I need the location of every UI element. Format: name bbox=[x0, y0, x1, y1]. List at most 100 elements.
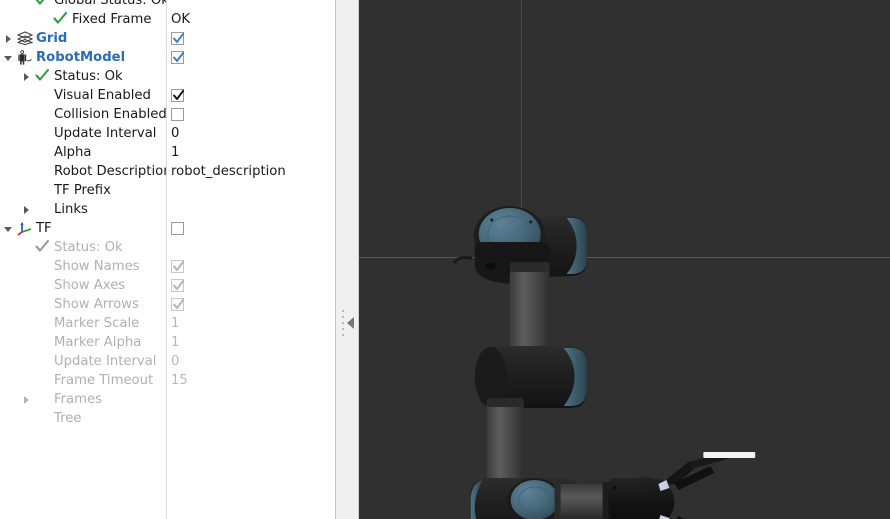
tree-row-marker-alpha[interactable]: Marker Alpha 1 bbox=[0, 333, 335, 352]
tree-row-name-cell[interactable]: Frame Timeout bbox=[0, 371, 166, 390]
tree-row-value[interactable]: 1 bbox=[171, 314, 179, 333]
tree-row-value-cell[interactable] bbox=[166, 181, 335, 200]
tree-row-name-cell[interactable]: Update Interval bbox=[0, 352, 166, 371]
tree-row-name-cell[interactable]: Marker Alpha bbox=[0, 333, 166, 352]
tree-row-name-cell[interactable]: Links bbox=[0, 200, 166, 219]
tree-row-links[interactable]: Links bbox=[0, 200, 335, 219]
chevron-down-icon[interactable] bbox=[2, 48, 16, 67]
checkbox-collision-enabled[interactable] bbox=[171, 108, 184, 121]
tree-row-name-cell[interactable]: Grid bbox=[0, 29, 166, 48]
tree-row-visual-enabled[interactable]: Visual Enabled bbox=[0, 86, 335, 105]
tree-row-name-cell[interactable]: Fixed Frame bbox=[0, 10, 166, 29]
chevron-right-icon[interactable] bbox=[20, 390, 34, 409]
tree-row-name-cell[interactable]: Tree bbox=[0, 409, 166, 428]
checkbox-grid[interactable] bbox=[171, 32, 185, 45]
tree-row-tf-update-interval[interactable]: Update Interval 0 bbox=[0, 352, 335, 371]
tree-row-label: Tree bbox=[54, 411, 82, 426]
tree-row-name-cell[interactable]: Show Axes bbox=[0, 276, 166, 295]
chevron-right-icon[interactable] bbox=[20, 200, 34, 219]
tree-row-alpha[interactable]: Alpha 1 bbox=[0, 143, 335, 162]
tree-row-name-cell[interactable]: Show Names bbox=[0, 257, 166, 276]
tree-row-name-cell[interactable]: Collision Enabled bbox=[0, 105, 166, 124]
tree-row-robotmodel[interactable]: RobotModel bbox=[0, 48, 335, 67]
tree-row-robot-description[interactable]: Robot Description robot_description bbox=[0, 162, 335, 181]
checkbox-robotmodel[interactable] bbox=[171, 51, 185, 64]
tree-row-collision-enabled[interactable]: Collision Enabled bbox=[0, 105, 335, 124]
tree-row-name-cell[interactable]: Status: Ok bbox=[0, 67, 166, 86]
tree-row-frame-timeout[interactable]: Frame Timeout 15 bbox=[0, 371, 335, 390]
tree-row-name-cell[interactable]: TF bbox=[0, 219, 166, 238]
tree-row-value[interactable]: 1 bbox=[171, 333, 179, 352]
tree-row-show-axes[interactable]: Show Axes bbox=[0, 276, 335, 295]
chevron-down-icon[interactable] bbox=[2, 219, 16, 238]
tree-row-name-cell[interactable]: Show Arrows bbox=[0, 295, 166, 314]
tree-row-rm-status[interactable]: Status: Ok bbox=[0, 67, 335, 86]
tree-row-value[interactable]: robot_description bbox=[171, 162, 286, 181]
tree-row-value-cell[interactable] bbox=[166, 0, 335, 10]
tree-row-value-cell[interactable] bbox=[166, 295, 335, 314]
tree-row-name-cell[interactable]: Robot Description bbox=[0, 162, 166, 181]
chevron-right-icon[interactable] bbox=[20, 67, 34, 86]
tree-row-value-cell[interactable]: 1 bbox=[166, 143, 335, 162]
displays-tree[interactable]: Global Status: Ok Fixed Frame OK Grid RobotM… bbox=[0, 0, 335, 428]
tree-row-value-cell[interactable] bbox=[166, 67, 335, 86]
tree-row-marker-scale[interactable]: Marker Scale 1 bbox=[0, 314, 335, 333]
tree-row-tf-status[interactable]: Status: Ok bbox=[0, 238, 335, 257]
tree-row-show-arrows[interactable]: Show Arrows bbox=[0, 295, 335, 314]
tree-row-value[interactable]: OK bbox=[171, 10, 190, 29]
tree-row-value-cell[interactable]: 0 bbox=[166, 352, 335, 371]
tree-row-name-cell[interactable]: Visual Enabled bbox=[0, 86, 166, 105]
checkbox-visual-enabled[interactable] bbox=[171, 89, 185, 102]
tree-row-value-cell[interactable]: OK bbox=[166, 10, 335, 29]
tree-row-tf-prefix[interactable]: TF Prefix bbox=[0, 181, 335, 200]
tree-row-value-cell[interactable]: 1 bbox=[166, 333, 335, 352]
panel-splitter[interactable] bbox=[336, 0, 359, 519]
chevron-right-icon[interactable] bbox=[2, 29, 16, 48]
triangle-left-icon[interactable] bbox=[347, 317, 354, 329]
axes-icon bbox=[16, 219, 36, 238]
tree-row-value[interactable]: 15 bbox=[171, 371, 188, 390]
tree-row-value[interactable]: 1 bbox=[171, 143, 179, 162]
checkbox-tf[interactable] bbox=[171, 222, 184, 235]
tree-row-value-cell[interactable]: 1 bbox=[166, 314, 335, 333]
tree-row-value-cell[interactable] bbox=[166, 29, 335, 48]
tree-row-name-cell[interactable]: RobotModel bbox=[0, 48, 166, 67]
tree-row-value-cell[interactable] bbox=[166, 48, 335, 67]
tree-row-name-cell[interactable]: Marker Scale bbox=[0, 314, 166, 333]
tree-row-tf[interactable]: TF bbox=[0, 219, 335, 238]
tree-row-name-cell[interactable]: Frames bbox=[0, 390, 166, 409]
tree-row-value-cell[interactable]: robot_description bbox=[166, 162, 335, 181]
tree-row-name-cell[interactable]: Alpha bbox=[0, 143, 166, 162]
tree-row-name-cell[interactable]: Update Interval bbox=[0, 124, 166, 143]
tree-row-value-cell[interactable] bbox=[166, 105, 335, 124]
icon-spacer bbox=[34, 314, 54, 333]
tree-row-value-cell[interactable] bbox=[166, 390, 335, 409]
tree-row-value-cell[interactable] bbox=[166, 257, 335, 276]
tree-row-frames[interactable]: Frames bbox=[0, 390, 335, 409]
tree-row-rm-update-interval[interactable]: Update Interval 0 bbox=[0, 124, 335, 143]
tree-row-tree[interactable]: Tree bbox=[0, 409, 335, 428]
checkbox-show-names[interactable] bbox=[171, 260, 185, 273]
tree-row-global-status[interactable]: Global Status: Ok bbox=[0, 0, 335, 10]
tree-row-name-cell[interactable]: Global Status: Ok bbox=[0, 0, 166, 10]
tree-row-show-names[interactable]: Show Names bbox=[0, 257, 335, 276]
tree-row-grid[interactable]: Grid bbox=[0, 29, 335, 48]
tree-row-fixed-frame[interactable]: Fixed Frame OK bbox=[0, 10, 335, 29]
render-view-3d[interactable] bbox=[359, 0, 890, 519]
tree-row-value-cell[interactable]: 15 bbox=[166, 371, 335, 390]
tree-row-value-cell[interactable] bbox=[166, 238, 335, 257]
tree-row-value-cell[interactable] bbox=[166, 200, 335, 219]
checkbox-show-axes[interactable] bbox=[171, 279, 185, 292]
tree-row-value-cell[interactable] bbox=[166, 409, 335, 428]
tree-row-value-cell[interactable] bbox=[166, 86, 335, 105]
checkbox-show-arrows[interactable] bbox=[171, 298, 185, 311]
tree-row-name-cell[interactable]: TF Prefix bbox=[0, 181, 166, 200]
tree-row-value[interactable]: 0 bbox=[171, 352, 179, 371]
tree-row-value-cell[interactable]: 0 bbox=[166, 124, 335, 143]
tree-row-name-cell[interactable]: Status: Ok bbox=[0, 238, 166, 257]
tree-row-value[interactable]: 0 bbox=[171, 124, 179, 143]
tree-row-value-cell[interactable] bbox=[166, 219, 335, 238]
tree-row-value-cell[interactable] bbox=[166, 276, 335, 295]
